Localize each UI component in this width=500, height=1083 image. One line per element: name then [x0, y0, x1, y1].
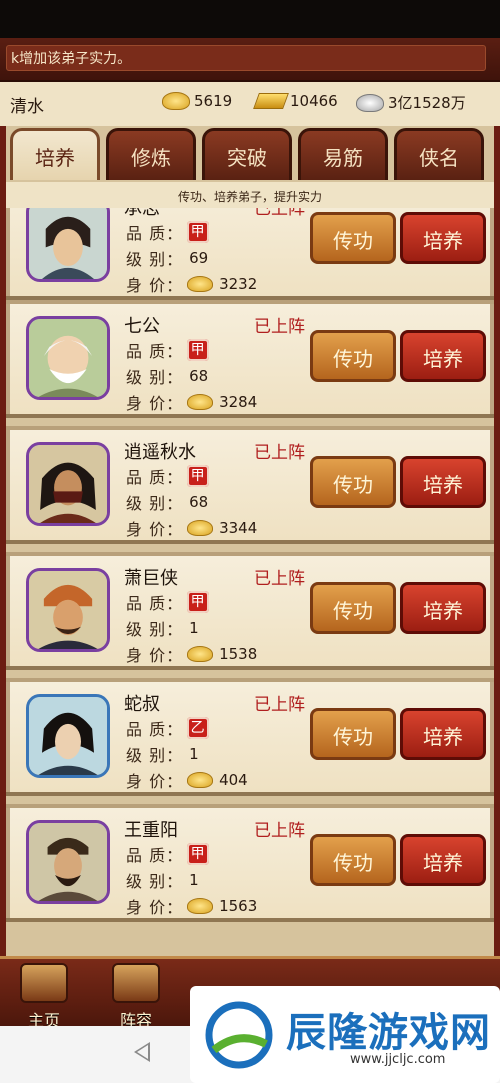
level-row: 级 别： 1: [126, 745, 199, 765]
site-watermark: 辰隆游戏网 www.jjcljc.com: [190, 986, 500, 1083]
level-row: 级 别： 68: [126, 367, 209, 387]
character-portrait[interactable]: [26, 442, 110, 526]
character-card: 承志 已上阵 品 质：甲 级 别： 69 身 价： 3232 传功 培养: [6, 208, 494, 300]
gold-bar-resource: 10466: [253, 92, 338, 110]
character-name: 萧巨侠: [124, 568, 178, 589]
announcement-ticker: k增加该弟子实力。: [0, 38, 500, 82]
tab-cultivate[interactable]: 修炼: [106, 128, 196, 180]
gold-bar-value: 10466: [290, 92, 338, 110]
character-portrait[interactable]: [26, 208, 110, 282]
resource-bar: 清水 5619 10466 3亿1528万: [0, 82, 500, 127]
transfer-skill-button[interactable]: 传功: [310, 708, 396, 760]
train-button[interactable]: 培养: [400, 582, 486, 634]
gold-ingot-icon: [162, 92, 190, 110]
deployed-status: 已上阵: [254, 569, 305, 589]
price-row: 身 价： 3344: [126, 519, 258, 539]
character-portrait[interactable]: [26, 694, 110, 778]
quality-seal: 甲: [187, 465, 210, 487]
tab-description: 传功、培养弟子，提升实力: [6, 182, 494, 211]
gold-ingot-icon: [187, 898, 214, 914]
price-row: 身 价： 1563: [126, 897, 258, 917]
deployed-status: 已上阵: [254, 208, 305, 219]
level-row: 级 别： 69: [126, 249, 209, 269]
watermark-url: www.jjcljc.com: [350, 1052, 446, 1067]
transfer-skill-button[interactable]: 传功: [310, 582, 396, 634]
device-status-bar: [0, 0, 500, 38]
quality-row: 品 质：甲: [126, 464, 210, 488]
level-row: 级 别： 1: [126, 871, 199, 891]
character-list[interactable]: 承志 已上阵 品 质：甲 级 别： 69 身 价： 3232 传功 培养 七公 已上…: [6, 208, 494, 953]
character-card: 七公 已上阵 品 质：甲 级 别： 68 身 价： 3284 传功 培养: [6, 300, 494, 418]
train-button[interactable]: 培养: [400, 708, 486, 760]
gold-ingot-icon: [187, 520, 214, 536]
price-row: 身 价： 3284: [126, 393, 258, 413]
character-card: 逍遥秋水 已上阵 品 质：甲 级 别： 68 身 价： 3344 传功 培养: [6, 426, 494, 544]
transfer-skill-button[interactable]: 传功: [310, 456, 396, 508]
ticker-text: k增加该弟子实力。: [6, 45, 486, 71]
quality-row: 品 质：乙: [126, 716, 210, 740]
quality-seal: 甲: [187, 221, 210, 243]
deployed-status: 已上阵: [254, 443, 305, 463]
quality-seal: 甲: [187, 591, 210, 613]
character-name: 王重阳: [124, 820, 178, 841]
character-name: 蛇叔: [124, 694, 160, 715]
character-portrait[interactable]: [26, 316, 110, 400]
character-portrait[interactable]: [26, 820, 110, 904]
train-button[interactable]: 培养: [400, 834, 486, 886]
tab-fame[interactable]: 侠名: [394, 128, 484, 180]
train-button[interactable]: 培养: [400, 456, 486, 508]
quality-row: 品 质：甲: [126, 220, 210, 244]
train-button[interactable]: 培养: [400, 330, 486, 382]
gold-ingot-icon: [187, 276, 214, 292]
price-row: 身 价： 404: [126, 771, 248, 791]
gold-bar-icon: [253, 93, 289, 109]
quality-row: 品 质：甲: [126, 590, 210, 614]
level-row: 级 别： 1: [126, 619, 199, 639]
price-row: 身 价： 1538: [126, 645, 258, 665]
watermark-logo-icon: [205, 1001, 273, 1069]
silver-ingot-icon: [356, 93, 384, 112]
character-card: 萧巨侠 已上阵 品 质：甲 级 别： 1 身 价： 1538 传功 培养: [6, 552, 494, 670]
deployed-status: 已上阵: [254, 695, 305, 715]
tab-train[interactable]: 培养: [10, 128, 100, 180]
quality-seal: 甲: [187, 339, 210, 361]
house-icon: [20, 963, 68, 1003]
level-row: 级 别： 68: [126, 493, 209, 513]
quality-row: 品 质：甲: [126, 842, 210, 866]
gold-ingot-value: 5619: [194, 92, 233, 110]
transfer-skill-button[interactable]: 传功: [310, 212, 396, 264]
player-name: 清水: [10, 97, 44, 117]
price-row: 身 价： 3232: [126, 275, 258, 295]
silver-value: 3亿1528万: [388, 94, 466, 112]
tab-bar: 培养 修炼 突破 易筋 侠名: [10, 128, 500, 182]
silver-resource: 3亿1528万: [356, 92, 466, 113]
gold-ingot-resource: 5619: [162, 92, 232, 110]
character-card: 王重阳 已上阵 品 质：甲 级 别： 1 身 价： 1563 传功 培养: [6, 804, 494, 922]
quality-row: 品 质：甲: [126, 338, 210, 362]
character-name: 逍遥秋水: [124, 442, 196, 463]
tab-tendon[interactable]: 易筋: [298, 128, 388, 180]
character-portrait[interactable]: [26, 568, 110, 652]
deployed-status: 已上阵: [254, 317, 305, 337]
character-card: 蛇叔 已上阵 品 质：乙 级 别： 1 身 价： 404 传功 培养: [6, 678, 494, 796]
transfer-skill-button[interactable]: 传功: [310, 834, 396, 886]
quality-seal: 甲: [187, 843, 210, 865]
gold-ingot-icon: [187, 394, 214, 410]
train-button[interactable]: 培养: [400, 212, 486, 264]
watermark-text: 辰隆游戏网: [286, 1010, 491, 1056]
gold-ingot-icon: [187, 646, 214, 662]
back-icon[interactable]: [134, 1042, 150, 1062]
team-icon: [112, 963, 160, 1003]
nav-home[interactable]: 主页: [4, 963, 84, 1030]
character-name: 承志: [124, 208, 160, 219]
deployed-status: 已上阵: [254, 821, 305, 841]
nav-team[interactable]: 阵容: [96, 963, 176, 1030]
tab-breakthrough[interactable]: 突破: [202, 128, 292, 180]
gold-ingot-icon: [187, 772, 214, 788]
transfer-skill-button[interactable]: 传功: [310, 330, 396, 382]
character-name: 七公: [124, 316, 160, 337]
quality-seal: 乙: [187, 717, 210, 739]
